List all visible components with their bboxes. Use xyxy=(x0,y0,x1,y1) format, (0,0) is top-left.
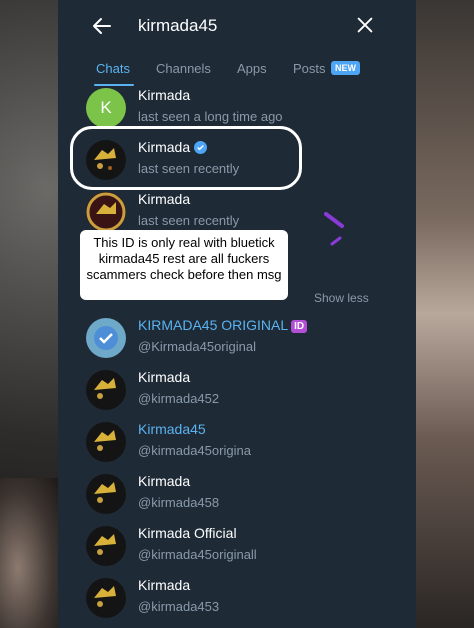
background-right xyxy=(414,0,474,628)
avatar xyxy=(86,318,126,358)
result-name: Kirmada xyxy=(138,473,191,489)
result-name: KIRMADA45 ORIGINAL ID xyxy=(138,317,308,333)
result-handle: @kirmada45originall xyxy=(138,547,257,562)
avatar: K xyxy=(86,88,126,128)
avatar xyxy=(86,526,126,566)
avatar-image-icon xyxy=(94,586,116,607)
id-badge: ID xyxy=(291,320,308,333)
avatar-image-icon xyxy=(86,192,126,232)
highlight-circle xyxy=(70,126,302,190)
tab-posts[interactable]: Posts xyxy=(293,61,326,76)
result-name: Kirmada Official xyxy=(138,525,237,541)
result-handle: @kirmada453 xyxy=(138,599,220,614)
avatar-image-icon xyxy=(94,378,116,399)
search-bar: kirmada45 xyxy=(58,0,416,52)
result-handle: @Kirmada45original xyxy=(138,339,256,354)
avatar xyxy=(86,192,126,232)
close-icon[interactable] xyxy=(354,14,376,36)
avatar-initial: K xyxy=(100,98,112,117)
result-row[interactable]: KIRMADA45 ORIGINAL ID @Kirmada45original xyxy=(58,312,416,364)
result-row[interactable]: Kirmada45 @kirmada45origina xyxy=(58,416,416,468)
avatar-image-icon xyxy=(94,430,116,451)
chat-status: last seen recently xyxy=(138,213,240,228)
chat-name: Kirmada xyxy=(138,191,191,207)
result-row[interactable]: Kirmada @kirmada458 xyxy=(58,468,416,520)
purple-scribble-icon xyxy=(324,212,344,246)
avatar-image-icon xyxy=(94,534,116,555)
tab-channels[interactable]: Channels xyxy=(156,61,211,76)
tab-apps[interactable]: Apps xyxy=(237,61,267,76)
new-badge: NEW xyxy=(331,61,360,75)
avatar xyxy=(86,578,126,618)
tab-chats[interactable]: Chats xyxy=(96,61,130,76)
overlay-note: This ID is only real with bluetick kirma… xyxy=(80,230,288,300)
verified-avatar-icon xyxy=(94,326,118,350)
result-row[interactable]: Kirmada Official @kirmada45originall xyxy=(58,520,416,572)
result-row[interactable]: Kirmada @kirmada453 xyxy=(58,572,416,624)
chat-status: last seen a long time ago xyxy=(138,109,283,124)
phone-screen: kirmada45 Chats Channels Apps Posts NEW … xyxy=(58,0,416,628)
result-name-text: KIRMADA45 ORIGINAL xyxy=(138,317,289,333)
avatar xyxy=(86,370,126,410)
chat-name: Kirmada xyxy=(138,87,191,103)
result-name: Kirmada xyxy=(138,369,191,385)
result-handle: @kirmada452 xyxy=(138,391,220,406)
avatar xyxy=(86,422,126,462)
back-arrow-icon[interactable] xyxy=(90,14,114,38)
result-row[interactable]: Kirmada @kirmada452 xyxy=(58,364,416,416)
result-handle: @kirmada458 xyxy=(138,495,220,510)
result-name: Kirmada xyxy=(138,577,191,593)
result-handle: @kirmada45origina xyxy=(138,443,251,458)
avatar-image-icon xyxy=(94,482,116,503)
avatar xyxy=(86,474,126,514)
background-left xyxy=(0,478,60,628)
search-input[interactable]: kirmada45 xyxy=(138,16,217,36)
result-name: Kirmada45 xyxy=(138,421,206,437)
show-less-link[interactable]: Show less xyxy=(314,291,369,305)
